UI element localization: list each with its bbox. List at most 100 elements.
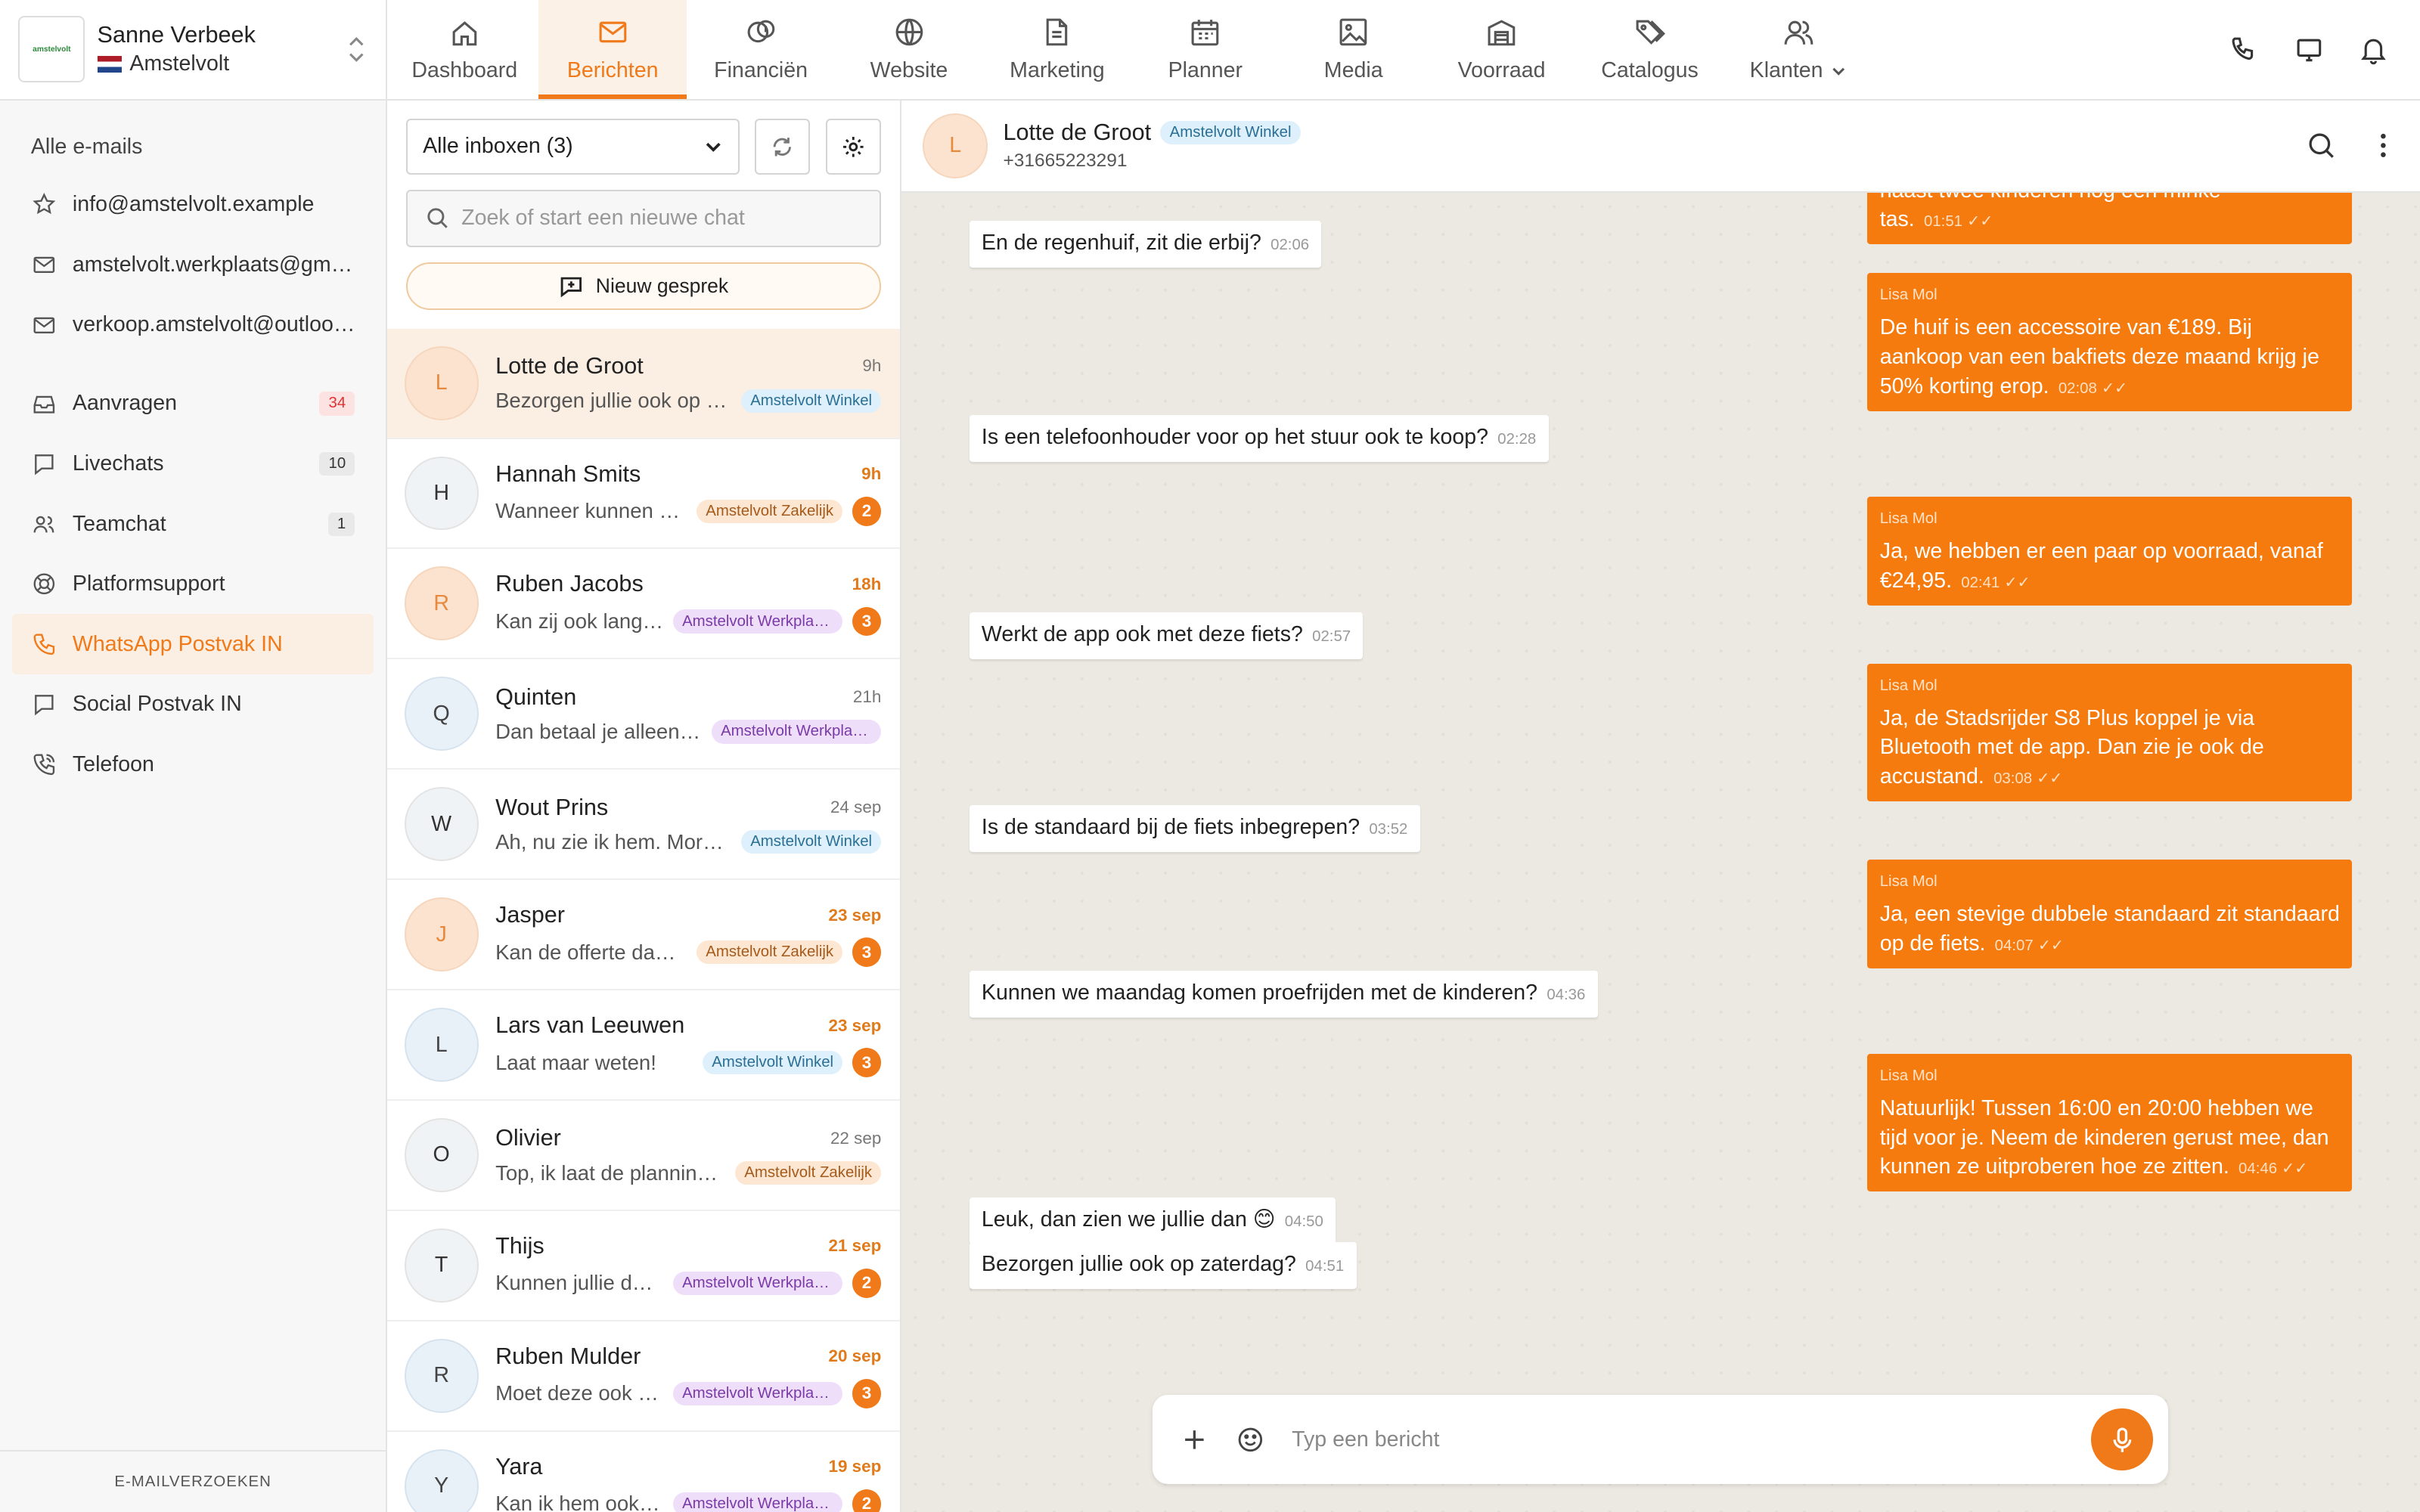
conversation-time: 24 sep [830, 798, 882, 817]
conversation-preview: Moet deze ook vervangen? [495, 1381, 664, 1405]
message-sender: Lisa Mol [1879, 677, 1938, 694]
conversation-item[interactable]: H Hannah Smits 9h Wanneer kunnen we langsko… [387, 439, 900, 550]
voice-record-button[interactable] [2091, 1408, 2153, 1470]
plus-icon[interactable] [1181, 1426, 1208, 1454]
sidebar-item-whatsapp-postvak-in[interactable]: WhatsApp Postvak IN [12, 614, 374, 675]
inbox-tag: Amstelvolt Zakelijk [697, 499, 843, 523]
avatar: R [404, 1338, 479, 1413]
conversation-item[interactable]: Y Yara 19 sep Kan ik hem ook ophalen? Amstel… [387, 1432, 900, 1512]
avatar: H [404, 456, 479, 531]
conversation-item[interactable]: R Ruben Mulder 20 sep Moet deze ook vervang… [387, 1321, 900, 1432]
outgoing-message: Lisa Mol Ja, een stevige dubbele standaar… [1867, 859, 2353, 968]
unread-badge: 2 [852, 1489, 882, 1512]
sidebar-item-telefoon[interactable]: Telefoon [0, 735, 374, 795]
message-composer [1153, 1394, 2169, 1485]
conversation-preview: Kan de offerte daar naartoe? [495, 940, 687, 964]
conversation-item[interactable]: T Thijs 21 sep Kunnen jullie de fiets ophal… [387, 1211, 900, 1321]
nav-marketing[interactable]: Marketing [983, 0, 1131, 99]
count-badge: 10 [319, 451, 355, 476]
coins-icon [747, 20, 774, 43]
conversation-item[interactable]: O Olivier 22 sep Top, ik laat de planning w… [387, 1101, 900, 1211]
conversation-item[interactable]: W Wout Prins 24 sep Ah, nu zie ik hem. Morg… [387, 770, 900, 881]
message-text: De huif is een accessoire van €189. Bij … [1879, 315, 2319, 398]
conversation-item[interactable]: L Lars van Leeuwen 23 sep Laat maar weten! A… [387, 990, 900, 1101]
mail-icon [33, 256, 54, 273]
microphone-icon [2113, 1427, 2131, 1452]
more-vertical-icon[interactable] [2368, 130, 2399, 161]
nav-klanten[interactable]: Klanten [1723, 0, 1872, 99]
incoming-message: Werkt de app ook met deze fiets? 02:57 [969, 612, 1364, 660]
read-receipt-icon: ✓✓ [2282, 1160, 2308, 1178]
conversation-item[interactable]: L Lotte de Groot 9h Bezorgen jullie ook op … [387, 328, 900, 439]
inbox-tag: Amstelvolt Werkplaats [672, 609, 843, 634]
settings-button[interactable] [825, 119, 882, 175]
conversation-preview: Top, ik laat de planning weten [495, 1160, 726, 1185]
message-time: 04:07 [1994, 937, 2034, 954]
message-sender: Lisa Mol [1879, 287, 1938, 304]
message-text: Leuk, dan zien we jullie dan 😊 [981, 1207, 1276, 1232]
conversation-item[interactable]: R Ruben Jacobs 18h Kan zij ook langskomen? A… [387, 549, 900, 660]
emoji-icon[interactable] [1236, 1426, 1264, 1454]
bell-icon[interactable] [2358, 34, 2389, 65]
message-time: 02:06 [1270, 237, 1310, 254]
conversation-preview: Kan zij ook langskomen? [495, 609, 664, 634]
sidebar-item-platformsupport[interactable]: Platformsupport [0, 554, 374, 615]
inbox-select[interactable]: Alle inboxen (3) [405, 119, 740, 175]
nav-financin[interactable]: Financiën [687, 0, 835, 99]
conversation-preview: Wanneer kunnen we langskomen? [495, 499, 687, 523]
conversation-time: 9h [862, 356, 882, 376]
nav-planner[interactable]: Planner [1131, 0, 1280, 99]
avatar: L [404, 1008, 479, 1082]
outgoing-message: Lisa Mol Ja, de Stadsrijder S8 Plus koppe… [1867, 663, 2353, 802]
message-text: Is een telefoonhouder voor op het stuur … [981, 425, 1489, 450]
avatar: J [404, 897, 479, 972]
message-thread[interactable]: haast twee kinderen nog een minke tas.01… [901, 193, 2420, 1512]
conversation-item[interactable]: J Jasper 23 sep Kan de offerte daar naartoe… [387, 880, 900, 991]
message-time: 02:41 [1961, 574, 2000, 591]
conversation-list-panel: Alle inboxen (3) Nieuw gesp [387, 100, 901, 1512]
nav-dashboard[interactable]: Dashboard [390, 0, 538, 99]
nav-voorraad[interactable]: Voorraad [1428, 0, 1576, 99]
new-chat-button[interactable]: Nieuw gesprek [405, 262, 882, 311]
top-bar: amstelvolt Sanne Verbeek Amstelvolt Dash… [0, 0, 2420, 101]
mail-icon [599, 21, 627, 43]
message-text: Ja, een stevige dubbele standaard zit st… [1879, 901, 2340, 956]
sidebar-email-2[interactable]: verkoop.amstelvolt@outlook.com [0, 295, 374, 355]
account-switcher[interactable]: amstelvolt Sanne Verbeek Amstelvolt [0, 0, 388, 99]
contact-avatar[interactable]: L [923, 113, 988, 178]
monitor-icon[interactable] [2294, 34, 2325, 65]
sidebar-email-1[interactable]: amstelvolt.werkplaats@gmail.com [0, 235, 374, 296]
team-icon [33, 516, 54, 533]
refresh-button[interactable] [754, 119, 811, 175]
calendar-icon [1191, 20, 1219, 46]
sidebar-email-0[interactable]: info@amstelvolt.example [0, 175, 374, 235]
inbox-tag: Amstelvolt Zakelijk [697, 940, 843, 965]
chat-icon [34, 695, 54, 716]
outgoing-message: Lisa Mol Ja, we hebben er een paar op voo… [1867, 497, 2353, 606]
sidebar-item-social-postvak-in[interactable]: Social Postvak IN [0, 674, 374, 735]
mail-icon [33, 317, 54, 333]
message-input[interactable] [1292, 1427, 2064, 1452]
users-icon [1784, 20, 1813, 45]
conversation-name: Yara [495, 1453, 543, 1479]
nav-media[interactable]: Media [1280, 0, 1428, 99]
conversation-name: Lars van Leeuwen [495, 1012, 685, 1039]
phone-call-icon [33, 754, 54, 776]
contact-name: Lotte de Groot [1003, 119, 1152, 146]
search-icon[interactable] [2306, 130, 2337, 161]
chat-search-input[interactable] [461, 206, 861, 231]
message-text: Kunnen we maandag komen proefrijden met … [981, 980, 1538, 1005]
inbox-icon [33, 395, 54, 414]
phone-settings-icon[interactable] [2229, 34, 2260, 65]
sidebar-heading[interactable]: Alle e-mails [0, 101, 386, 175]
nav-catalogus[interactable]: Catalogus [1576, 0, 1724, 99]
conversation-preview: Dan betaal je alleen €... [495, 719, 703, 743]
conversation-item[interactable]: Q Quinten 21h Dan betaal je alleen €... Amst… [387, 659, 900, 770]
email-requests-footer[interactable]: E-MAILVERZOEKEN [0, 1450, 386, 1512]
nav-berichten[interactable]: Berichten [538, 0, 687, 99]
nav-website[interactable]: Website [835, 0, 983, 99]
chevron-updown-icon[interactable] [346, 34, 368, 65]
sidebar-item-aanvragen[interactable]: Aanvragen 34 [0, 373, 374, 434]
sidebar-item-teamchat[interactable]: Teamchat 1 [0, 494, 374, 554]
sidebar-item-livechats[interactable]: Livechats 10 [0, 434, 374, 494]
